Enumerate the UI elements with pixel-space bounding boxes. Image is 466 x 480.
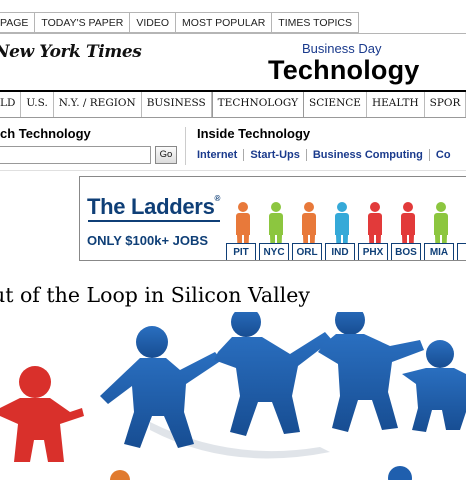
nav-item-sports[interactable]: SPOR xyxy=(425,92,466,117)
ad-city-sign: IND xyxy=(325,243,355,260)
nav-item-business[interactable]: BUSINESS xyxy=(142,92,212,117)
ad-person-body xyxy=(236,213,250,235)
link-more[interactable]: Co xyxy=(436,149,457,161)
ad-person-figure: NYC xyxy=(259,202,289,260)
tab-page[interactable]: PAGE xyxy=(0,12,36,33)
ad-person-body xyxy=(302,213,316,235)
search-title: ch Technology xyxy=(0,126,91,141)
top-tabs: PAGE TODAY'S PAPER VIDEO MOST POPULAR TI… xyxy=(0,12,360,33)
ad-person-head xyxy=(337,202,347,212)
ad-person-body xyxy=(335,213,349,235)
ad-person-figure: IND xyxy=(325,202,355,260)
ad-person-figure: D xyxy=(457,202,466,260)
ad-city-sign: PHX xyxy=(358,243,388,260)
ad-person-body xyxy=(401,213,415,235)
search-divider xyxy=(185,127,186,165)
nyt-logo[interactable]: New York Times xyxy=(0,42,142,62)
nav-item-world[interactable]: LD xyxy=(0,92,22,117)
ladders-logo: The Ladders® xyxy=(87,194,220,220)
ladders-logo-underline xyxy=(88,220,220,222)
ad-city-sign: NYC xyxy=(259,243,289,260)
nav-item-health[interactable]: HEALTH xyxy=(367,92,425,117)
ad-person-head xyxy=(271,202,281,212)
nav-bottom-rule xyxy=(0,117,466,118)
ad-person-head xyxy=(238,202,248,212)
registered-mark: ® xyxy=(214,194,221,203)
tab-times-topics[interactable]: TIMES TOPICS xyxy=(272,12,360,33)
tab-todays-paper[interactable]: TODAY'S PAPER xyxy=(35,12,131,33)
top-divider xyxy=(0,33,466,34)
section-nav: LD U.S. N.Y. / REGION BUSINESS TECHNOLOG… xyxy=(0,92,466,117)
ad-person-head xyxy=(403,202,413,212)
link-internet[interactable]: Internet xyxy=(197,149,245,161)
ad-person-body xyxy=(269,213,283,235)
ad-person-head xyxy=(370,202,380,212)
inside-technology-links: Internet Start-Ups Business Computing Co xyxy=(197,149,463,161)
tab-most-popular[interactable]: MOST POPULAR xyxy=(176,12,273,33)
ad-person-figure: MIA xyxy=(424,202,454,260)
link-business-computing[interactable]: Business Computing xyxy=(313,149,430,161)
tab-video[interactable]: VIDEO xyxy=(130,12,177,33)
red-paper-doll xyxy=(0,366,84,462)
ad-city-sign: D xyxy=(457,243,466,260)
ad-city-sign: MIA xyxy=(424,243,454,260)
ad-person-head xyxy=(304,202,314,212)
search-go-button[interactable]: Go xyxy=(155,146,177,164)
inside-technology-title: Inside Technology xyxy=(197,126,311,141)
ladders-logo-text: The Ladders xyxy=(87,194,215,219)
nav-item-science[interactable]: SCIENCE xyxy=(304,92,367,117)
nav-item-ny-region[interactable]: N.Y. / REGION xyxy=(54,92,142,117)
nav-item-us[interactable]: U.S. xyxy=(21,92,54,117)
ad-person-figure: ORL xyxy=(292,202,322,260)
orange-paper-doll xyxy=(110,470,130,480)
ad-person-figure: PIT xyxy=(226,202,256,260)
section-kicker[interactable]: Business Day xyxy=(302,41,381,56)
ad-city-sign: BOS xyxy=(391,243,421,260)
search-input[interactable] xyxy=(0,146,151,164)
ad-tagline: ONLY $100k+ JOBS xyxy=(87,233,209,248)
ad-person-figure: PHX xyxy=(358,202,388,260)
ad-city-sign: PIT xyxy=(226,243,256,260)
page-title: Technology xyxy=(268,55,420,85)
ad-city-sign: ORL xyxy=(292,243,322,260)
ladders-ad-banner[interactable]: The Ladders® ONLY $100k+ JOBS PIT NYC ORL I… xyxy=(79,176,466,261)
ad-person-body xyxy=(368,213,382,235)
article-headline[interactable]: ut of the Loop in Silicon Valley xyxy=(0,283,310,307)
content-divider xyxy=(0,170,466,171)
ad-person-body xyxy=(434,213,448,235)
ad-person-figure: BOS xyxy=(391,202,421,260)
nav-item-technology[interactable]: TECHNOLOGY xyxy=(211,92,305,117)
paper-dolls-illustration xyxy=(0,312,466,480)
lower-blue-paper-doll xyxy=(388,466,412,480)
ad-person-head xyxy=(436,202,446,212)
link-start-ups[interactable]: Start-Ups xyxy=(250,149,307,161)
